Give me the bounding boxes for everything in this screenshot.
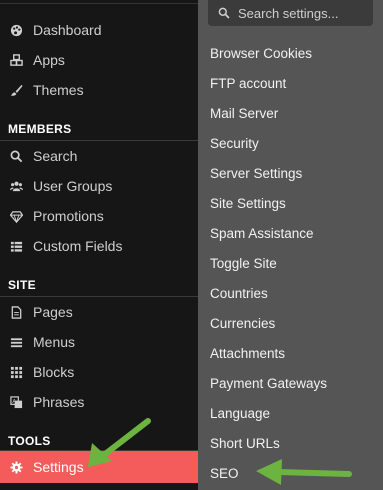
sidebar-item-search[interactable]: Search [0,141,198,171]
settings-menu-item[interactable]: Server Settings [210,158,302,188]
palette-icon [9,23,23,37]
settings-menu-item[interactable]: SEO [210,458,239,488]
sidebar-item-promotions[interactable]: Promotions [0,201,198,231]
list-icon [9,239,23,253]
sidebar-item-blocks[interactable]: Blocks [0,357,198,387]
sidebar-item-label: Blocks [33,364,75,380]
sidebar-item-label: Menus [33,334,76,350]
diamond-icon [9,209,23,223]
settings-menu-item[interactable]: Countries [210,278,268,308]
section-heading-site: SITE [8,278,36,292]
sidebar-item-label: Pages [33,304,73,320]
sidebar-item-label: Promotions [33,208,104,224]
settings-search-input[interactable] [238,5,363,21]
users-icon [9,179,23,193]
sidebar-item-label: Settings [33,459,84,475]
sidebar-item-themes[interactable]: Themes [0,75,198,105]
search-icon [218,7,230,19]
settings-dropdown: Browser CookiesFTP accountMail ServerSec… [198,0,383,490]
sidebar-item-label: Search [33,148,78,164]
settings-menu-item[interactable]: FTP account [210,68,286,98]
settings-menu-item[interactable]: Browser Cookies [210,38,312,68]
settings-menu-item[interactable]: Toggle Site [210,248,277,278]
sidebar-item-label: User Groups [33,178,113,194]
translate-icon: A [9,395,23,409]
sidebar-item-label: Themes [33,82,84,98]
svg-text:A: A [12,398,16,404]
settings-menu-item[interactable]: Spam Assistance [210,218,314,248]
settings-menu-item[interactable]: Attachments [210,338,285,368]
sidebar-item-pages[interactable]: Pages [0,297,198,327]
search-icon [9,149,23,163]
settings-menu-item[interactable]: Site Settings [210,188,286,218]
settings-menu-item[interactable]: Language [210,398,270,428]
settings-menu-item[interactable]: Payment Gateways [210,368,327,398]
sidebar-top-divider [0,3,198,4]
sidebar-item-custom-fields[interactable]: Custom Fields [0,231,198,261]
file-icon [9,305,23,319]
sidebar-item-settings[interactable]: Settings [0,451,198,483]
sidebar-item-apps[interactable]: Apps [0,45,198,75]
settings-search-box[interactable] [208,0,373,26]
settings-menu-item[interactable]: Currencies [210,308,275,338]
settings-menu-item[interactable]: Mail Server [210,98,278,128]
admin-sidebar: Dashboard Apps Themes MEMBERS Search Use… [0,0,198,490]
sidebar-item-label: Dashboard [33,22,102,38]
sidebar-item-user-groups[interactable]: User Groups [0,171,198,201]
sidebar-item-phrases[interactable]: A Phrases [0,387,198,417]
settings-menu-item[interactable]: Security [210,128,259,158]
sidebar-item-label: Apps [33,52,65,68]
settings-menu-item[interactable]: Short URLs [210,428,280,458]
gear-icon [9,460,23,474]
section-heading-tools: TOOLS [8,434,51,448]
menu-icon [9,335,23,349]
brush-icon [9,83,23,97]
sidebar-item-label: Custom Fields [33,238,123,254]
grid-icon [9,365,23,379]
section-heading-members: MEMBERS [8,122,72,136]
sidebar-item-dashboard[interactable]: Dashboard [0,15,198,45]
sidebar-item-menus[interactable]: Menus [0,327,198,357]
sidebar-item-label: Phrases [33,394,85,410]
cubes-icon [9,53,23,67]
